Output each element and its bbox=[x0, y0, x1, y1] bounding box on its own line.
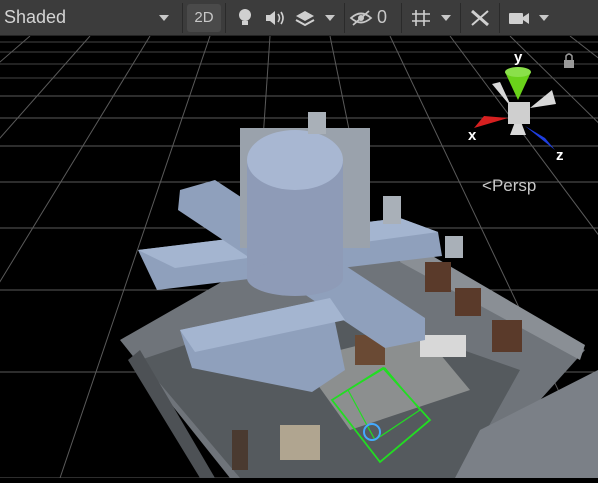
divider bbox=[225, 2, 226, 33]
chevron-left-icon: < bbox=[482, 176, 492, 195]
scene-toolbar: Shaded 2D 0 bbox=[0, 0, 598, 36]
scene-canvas[interactable]: y x z bbox=[0, 35, 598, 479]
lighting-icon bbox=[239, 8, 251, 25]
tools-button[interactable] bbox=[465, 4, 495, 32]
lock-icon[interactable] bbox=[564, 60, 574, 68]
bookshelf bbox=[455, 288, 481, 316]
divider bbox=[460, 2, 461, 33]
orientation-gizmo[interactable]: y x z bbox=[468, 49, 574, 164]
gizmo-grid-button[interactable] bbox=[406, 4, 436, 32]
desk bbox=[232, 430, 248, 470]
shading-mode-label: Shaded bbox=[4, 7, 67, 27]
scene-visibility-button[interactable]: 0 bbox=[349, 4, 397, 32]
hidden-objects-count: 0 bbox=[377, 7, 388, 27]
audio-icon bbox=[266, 10, 284, 25]
audio-toggle-button[interactable] bbox=[260, 4, 290, 32]
table bbox=[420, 335, 466, 357]
gizmo-grid-icon bbox=[412, 9, 430, 26]
chevron-down-icon bbox=[539, 14, 549, 21]
lock-shackle bbox=[565, 53, 573, 60]
y-axis-label: y bbox=[514, 49, 523, 66]
scene-viewport[interactable]: y x z bbox=[0, 35, 598, 479]
projection-label: Persp bbox=[491, 176, 537, 195]
chimney bbox=[308, 112, 326, 134]
divider bbox=[182, 2, 183, 33]
x-axis-label: x bbox=[468, 127, 477, 144]
divider bbox=[344, 2, 345, 33]
chevron-down-icon bbox=[159, 14, 169, 21]
building-model[interactable] bbox=[120, 112, 598, 478]
tower-cylinder-bottom bbox=[247, 260, 343, 296]
camera-dropdown[interactable] bbox=[534, 4, 554, 32]
divider bbox=[499, 2, 500, 33]
toggle-2d-button[interactable]: 2D bbox=[187, 3, 221, 32]
effects-icon bbox=[295, 10, 315, 26]
chevron-down-icon bbox=[441, 14, 451, 21]
visibility-icon bbox=[349, 9, 373, 26]
grid-dropdown[interactable] bbox=[436, 4, 456, 32]
camera-icon bbox=[509, 12, 529, 24]
chevron-down-icon bbox=[325, 14, 335, 21]
camera-settings-button[interactable] bbox=[504, 4, 534, 32]
chimney bbox=[383, 196, 401, 224]
chimney bbox=[445, 236, 463, 258]
bookshelf bbox=[492, 320, 522, 352]
projection-toggle[interactable]: <Persp bbox=[482, 176, 536, 196]
divider bbox=[401, 2, 402, 33]
y-axis-cone-cap bbox=[505, 67, 531, 77]
lighting-toggle-button[interactable] bbox=[230, 4, 260, 32]
bookshelf bbox=[425, 262, 451, 292]
gizmo-center-cube[interactable] bbox=[508, 102, 530, 124]
effects-toggle-button[interactable] bbox=[290, 4, 320, 32]
neg-x-cone[interactable] bbox=[530, 90, 556, 108]
tools-icon bbox=[471, 9, 489, 26]
z-axis-label: z bbox=[556, 147, 564, 164]
tower-cylinder-top bbox=[247, 130, 343, 190]
effects-dropdown[interactable] bbox=[320, 4, 340, 32]
table bbox=[280, 425, 320, 460]
shading-mode-dropdown[interactable]: Shaded bbox=[0, 4, 178, 32]
